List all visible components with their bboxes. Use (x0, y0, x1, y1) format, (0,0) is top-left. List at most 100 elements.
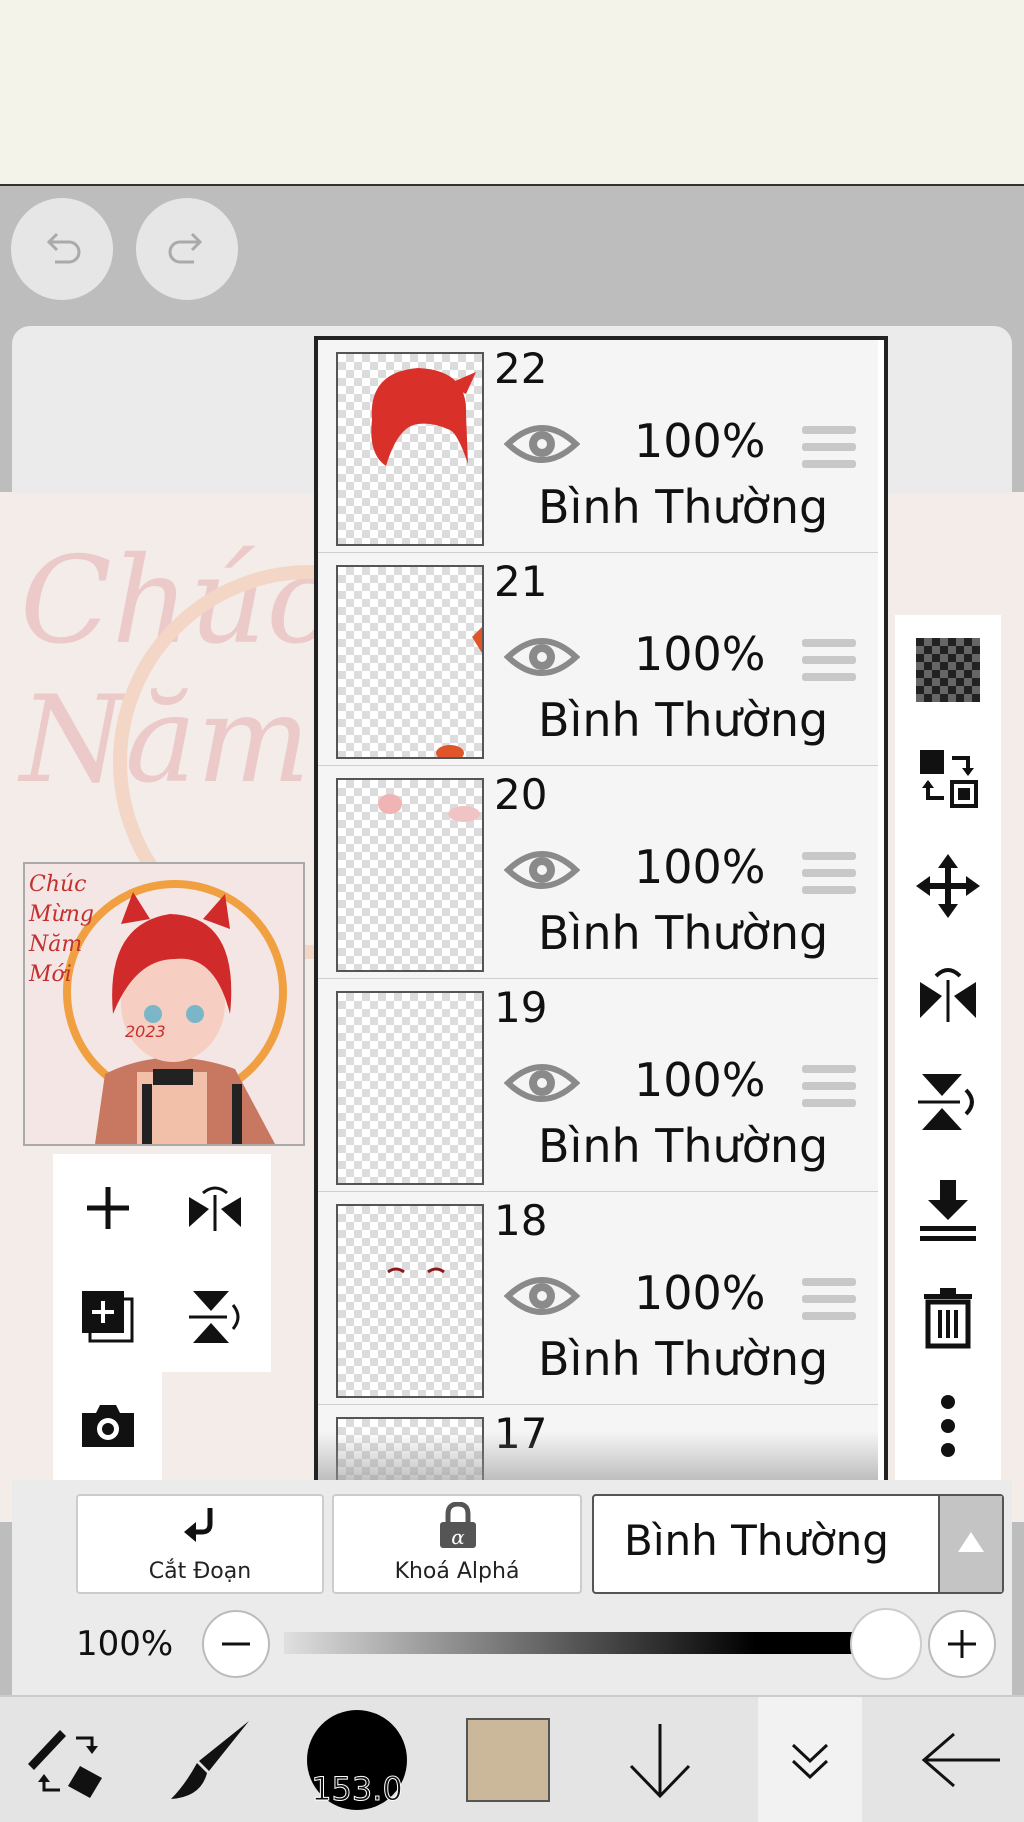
layer-item-19[interactable]: 19 100% Bình Thường (318, 979, 878, 1193)
tool-switch-button[interactable] (10, 1697, 120, 1822)
layer-thumbnail (336, 565, 484, 759)
layers-toggle-button[interactable] (758, 1697, 862, 1822)
layer-blend-mode[interactable]: Bình Thường (538, 480, 828, 534)
layer-item-21[interactable]: 21 100% Bình Thường (318, 553, 878, 767)
blend-mode-dropdown[interactable] (938, 1496, 1002, 1592)
drag-handle-icon[interactable] (802, 1065, 856, 1111)
opacity-slider-knob[interactable] (850, 1608, 922, 1680)
delete-layer-button[interactable] (913, 1283, 983, 1353)
opacity-increase-button[interactable] (928, 1610, 996, 1678)
merge-down-icon (920, 1180, 976, 1241)
triangle-up-icon (958, 1532, 984, 1552)
clipping-button[interactable]: Cắt Đoạn (76, 1494, 324, 1594)
svg-text:α: α (451, 1525, 465, 1549)
drag-handle-icon[interactable] (802, 852, 856, 898)
color-swatch (466, 1717, 550, 1802)
preview-text-line: Mới (29, 962, 72, 987)
lock-icon: α (440, 1502, 476, 1549)
flip-horizontal-icon (189, 1186, 241, 1231)
minus-icon (222, 1642, 250, 1646)
bottom-toolbar: 153.0 (0, 1695, 1024, 1822)
flip-horizontal-icon (920, 968, 976, 1022)
layer-number: 22 (494, 344, 548, 393)
preview-year: 2023 (125, 1022, 166, 1041)
flip-vertical-button[interactable] (175, 1277, 255, 1357)
thumb-brows (387, 1267, 445, 1274)
thumb-blush (378, 794, 480, 822)
flip-vertical-side-button[interactable] (913, 1067, 983, 1137)
more-options-button[interactable] (913, 1391, 983, 1461)
brush-size-value: 153.0 (311, 1769, 404, 1808)
layer-options-panel: Cắt Đoạn α Khoá Alphá Bình Thường 100% (12, 1480, 1012, 1695)
layer-opacity[interactable]: 100% (634, 414, 766, 468)
arrow-down-icon (629, 1723, 691, 1798)
undo-icon (46, 232, 81, 264)
layer-item-22[interactable]: 22 100% Bình Thường (318, 340, 878, 554)
layer-blend-mode[interactable]: Bình Thường (538, 906, 828, 960)
layer-thumbnail (336, 778, 484, 972)
layer-thumbnail (336, 1204, 484, 1398)
visibility-eye-icon[interactable] (504, 844, 580, 896)
drag-handle-icon[interactable] (802, 639, 856, 685)
checker-fill-button[interactable] (913, 635, 983, 705)
drag-handle-icon[interactable] (802, 426, 856, 472)
opacity-slider[interactable] (284, 1632, 874, 1654)
flip-horizontal-button[interactable] (175, 1168, 255, 1248)
list-fade (318, 1432, 878, 1482)
top-bar (0, 0, 1024, 186)
layer-blend-mode[interactable]: Bình Thường (538, 693, 828, 747)
layer-number: 19 (494, 983, 548, 1032)
opacity-decrease-button[interactable] (202, 1610, 270, 1678)
layer-item-18[interactable]: 18 100% Bình Thường (318, 1192, 878, 1406)
layer-list[interactable]: 22 100% Bình Thường 21 100% Bình Thường (314, 336, 888, 1486)
thumb-marks (436, 627, 482, 757)
layer-blend-mode[interactable]: Bình Thường (538, 1332, 828, 1386)
layer-number: 18 (494, 1196, 548, 1245)
layer-opacity[interactable]: 100% (634, 1053, 766, 1107)
move-button[interactable] (913, 851, 983, 921)
blend-mode-select[interactable]: Bình Thường (592, 1494, 1004, 1594)
brush-size-button[interactable]: 153.0 (306, 1697, 408, 1822)
clipping-label: Cắt Đoạn (148, 1559, 252, 1584)
layer-opacity[interactable]: 100% (634, 840, 766, 894)
visibility-eye-icon[interactable] (504, 418, 580, 470)
preview-text-line: Chúc (29, 872, 87, 897)
visibility-eye-icon[interactable] (504, 1270, 580, 1322)
move-icon (916, 854, 980, 918)
layer-number: 21 (494, 557, 548, 606)
alpha-lock-button[interactable]: α Khoá Alphá (332, 1494, 582, 1594)
layer-number: 20 (494, 770, 548, 819)
blend-mode-value: Bình Thường (624, 1516, 889, 1565)
layer-item-20[interactable]: 20 100% Bình Thường (318, 766, 878, 980)
drag-handle-icon[interactable] (802, 1278, 856, 1324)
merge-down-button[interactable] (913, 1175, 983, 1245)
camera-button[interactable] (68, 1386, 148, 1466)
visibility-eye-icon[interactable] (504, 631, 580, 683)
duplicate-layer-icon (82, 1291, 134, 1343)
flip-horizontal-side-button[interactable] (913, 959, 983, 1029)
arrow-left-icon (921, 1732, 1000, 1787)
layer-blend-mode[interactable]: Bình Thường (538, 1119, 828, 1173)
redo-icon (168, 232, 203, 264)
brush-tool-button[interactable] (160, 1697, 260, 1822)
layer-thumbnail (336, 991, 484, 1185)
thumb-hair (371, 368, 476, 466)
layer-opacity[interactable]: 100% (634, 627, 766, 681)
add-layer-button[interactable] (68, 1168, 148, 1248)
trash-icon (924, 1288, 972, 1349)
color-button[interactable] (460, 1697, 556, 1822)
back-button[interactable] (910, 1697, 1014, 1822)
camera-icon (82, 1405, 134, 1447)
duplicate-layer-button[interactable] (68, 1277, 148, 1357)
layer-opacity[interactable]: 100% (634, 1266, 766, 1320)
swap-layer-button[interactable] (913, 743, 983, 813)
layer-down-button[interactable] (612, 1697, 708, 1822)
checkerboard-icon (916, 638, 980, 702)
flip-vertical-icon (918, 1074, 974, 1130)
brush-eraser-switch-icon (28, 1729, 102, 1798)
canvas-preview[interactable]: Chúc Mừng Năm Mới 2023 (23, 862, 305, 1146)
redo-button[interactable] (136, 198, 238, 300)
more-vertical-icon (941, 1395, 955, 1457)
undo-button[interactable] (11, 198, 113, 300)
visibility-eye-icon[interactable] (504, 1057, 580, 1109)
